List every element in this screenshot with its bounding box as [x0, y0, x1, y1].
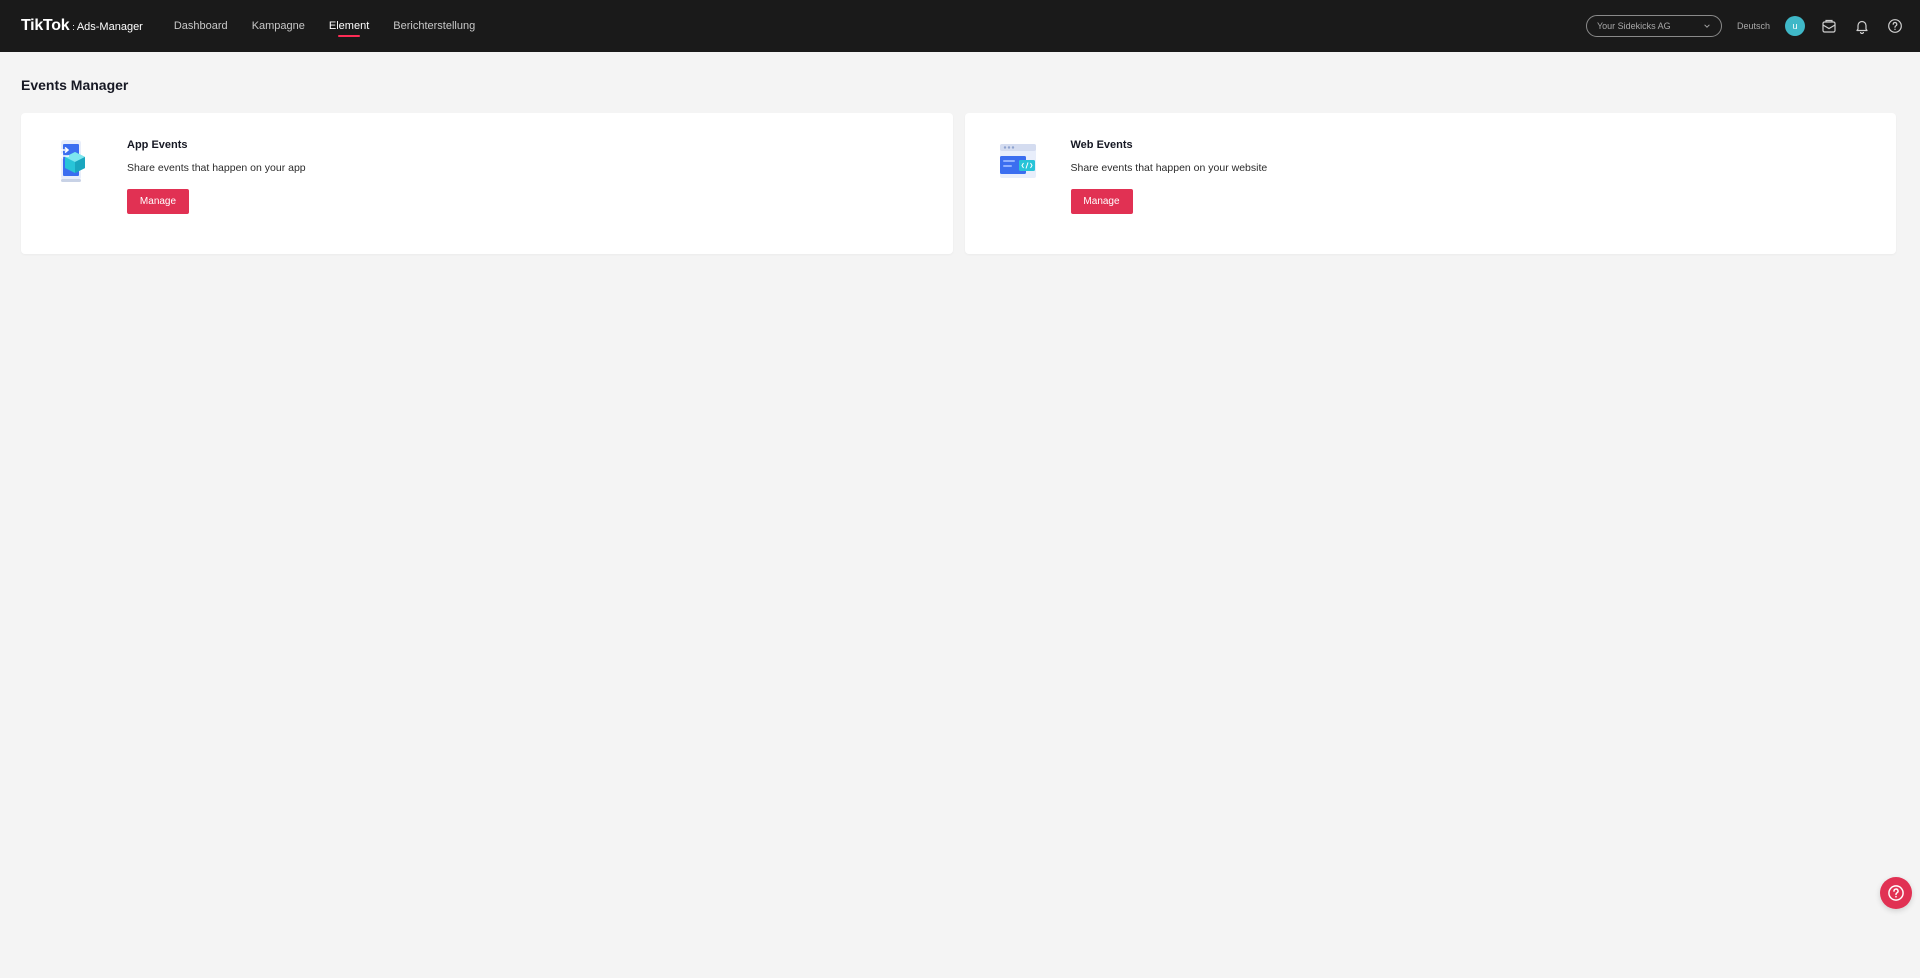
header-actions: Your Sidekicks AG Deutsch u [1585, 15, 1904, 37]
account-name: Your Sidekicks AG [1596, 21, 1671, 31]
floating-help-button[interactable] [1880, 877, 1912, 909]
inbox-icon [1822, 19, 1836, 33]
app-events-card: App Events Share events that happen on y… [21, 113, 953, 254]
manage-app-events-button[interactable]: Manage [127, 189, 189, 214]
inbox-button[interactable] [1820, 17, 1838, 35]
bell-icon [1856, 20, 1868, 34]
help-circle-icon [1888, 19, 1902, 33]
card-title: App Events [127, 139, 188, 151]
tiktok-logo: TikTok [21, 17, 70, 34]
account-selector[interactable]: Your Sidekicks AG [1585, 15, 1722, 37]
web-events-icon [999, 144, 1036, 178]
nav-item-berichterstellung[interactable]: Berichterstellung [393, 0, 475, 52]
help-button[interactable] [1886, 17, 1904, 35]
web-events-card: Web Events Share events that happen on y… [964, 113, 1896, 254]
top-navigation-bar: TikTok : Ads-Manager Dashboard Kampagne E… [0, 0, 1920, 52]
card-description: Share events that happen on your app [127, 162, 306, 174]
product-name: : Ads-Manager [72, 21, 143, 33]
nav-item-dashboard[interactable]: Dashboard [174, 0, 228, 52]
manage-web-events-button[interactable]: Manage [1070, 189, 1133, 214]
brand-logo[interactable]: TikTok : Ads-Manager [21, 17, 143, 35]
card-title: Web Events [1070, 139, 1133, 151]
main-nav: Dashboard Kampagne Element Berichterstel… [174, 0, 499, 52]
nav-item-kampagne[interactable]: Kampagne [252, 0, 305, 52]
nav-item-element[interactable]: Element [329, 0, 369, 52]
help-circle-icon [1888, 885, 1904, 901]
web-events-content: Web Events Share events that happen on y… [1070, 139, 1268, 214]
page-title: Events Manager [21, 77, 129, 93]
event-cards: App Events Share events that happen on y… [21, 113, 1896, 254]
avatar[interactable]: u [1785, 16, 1805, 36]
notifications-button[interactable] [1853, 17, 1871, 35]
app-events-content: App Events Share events that happen on y… [127, 139, 306, 214]
language-selector[interactable]: Deutsch [1737, 21, 1770, 31]
chevron-down-icon [1704, 24, 1710, 28]
app-events-icon [58, 140, 85, 182]
card-description: Share events that happen on your website [1070, 162, 1268, 174]
